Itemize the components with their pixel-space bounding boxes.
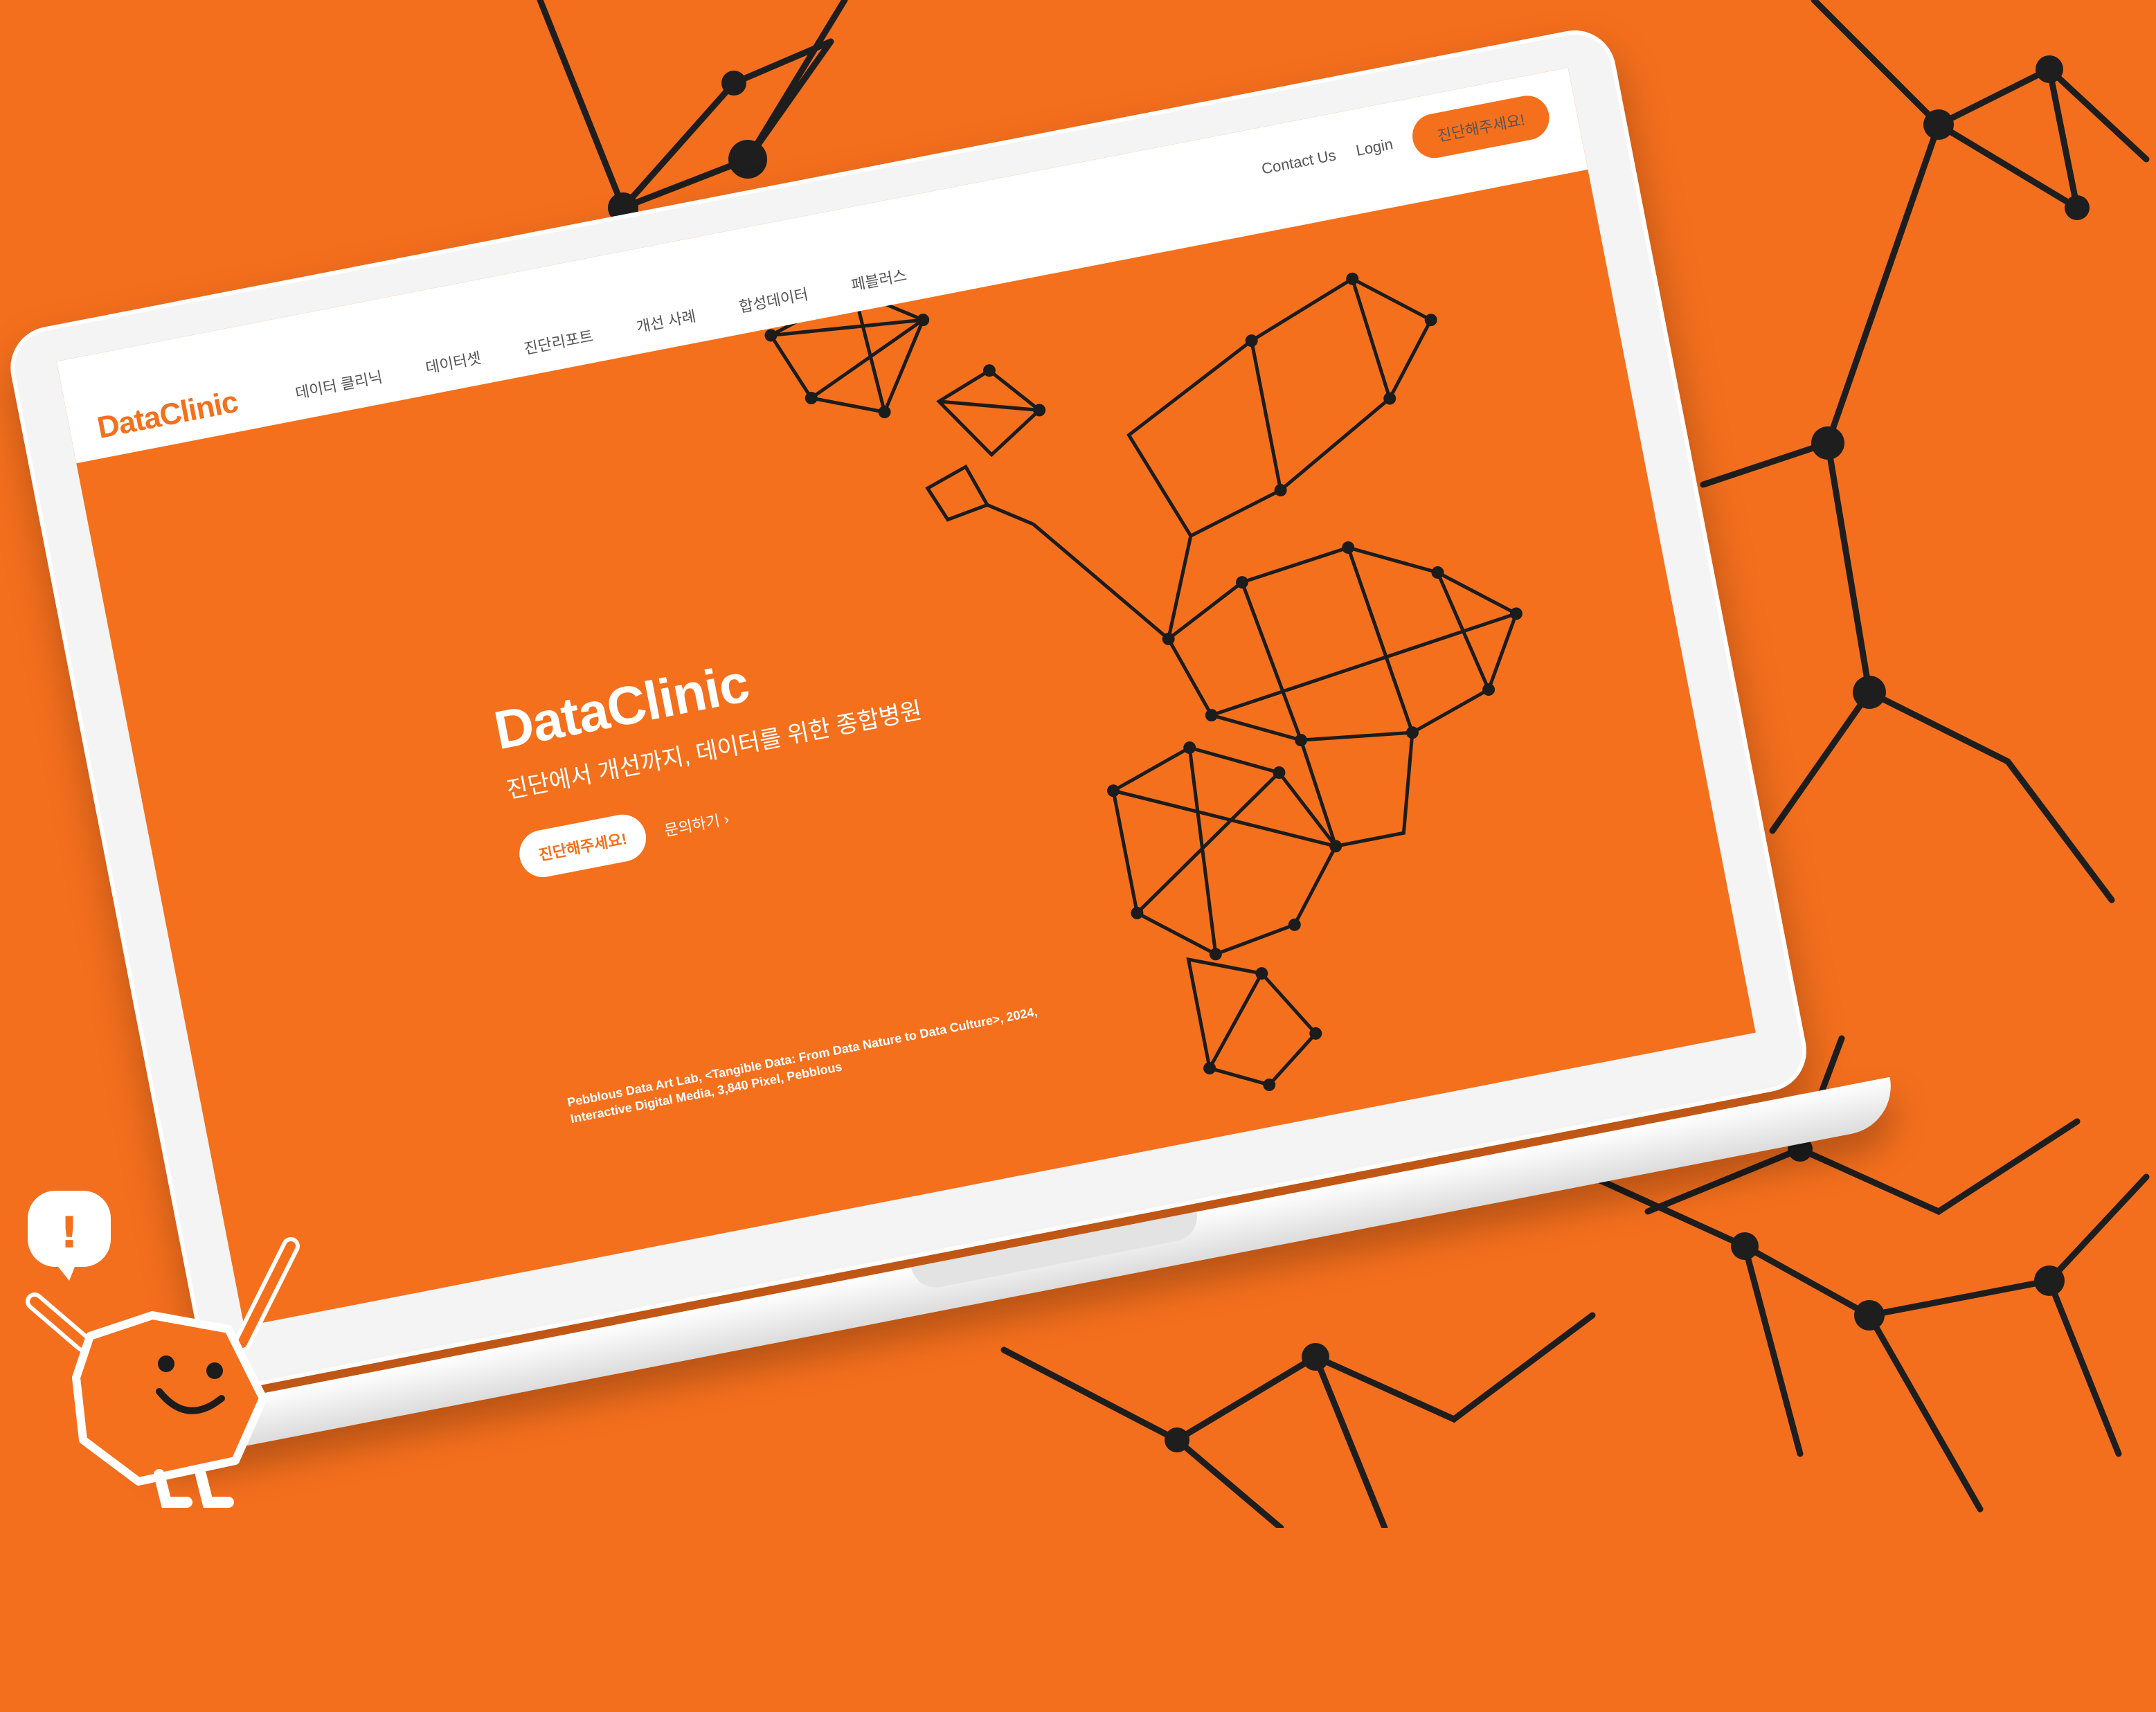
- speech-bubble-icon: !: [28, 1191, 111, 1281]
- chevron-right-icon: ›: [722, 810, 731, 829]
- nav-item-pebblous[interactable]: 페블러스: [850, 263, 909, 296]
- nav-item-synthetic-data[interactable]: 합성데이터: [737, 282, 809, 317]
- inquiry-link[interactable]: 문의하기 ›: [663, 807, 731, 840]
- inquiry-label: 문의하기: [663, 811, 721, 840]
- nav-item-data-clinic[interactable]: 데이터 클리닉: [294, 365, 384, 404]
- login-link[interactable]: Login: [1354, 135, 1394, 160]
- contact-link[interactable]: Contact Us: [1260, 146, 1338, 178]
- nav-item-dataset[interactable]: 데이터셋: [424, 345, 483, 378]
- header-diagnose-button[interactable]: 진단해주세요!: [1408, 91, 1554, 162]
- mascot-character-icon: !: [26, 1191, 300, 1508]
- nav-item-report[interactable]: 진단리포트: [522, 324, 595, 359]
- svg-text:!: !: [60, 1207, 79, 1258]
- nav-item-cases[interactable]: 개선 사례: [634, 304, 698, 337]
